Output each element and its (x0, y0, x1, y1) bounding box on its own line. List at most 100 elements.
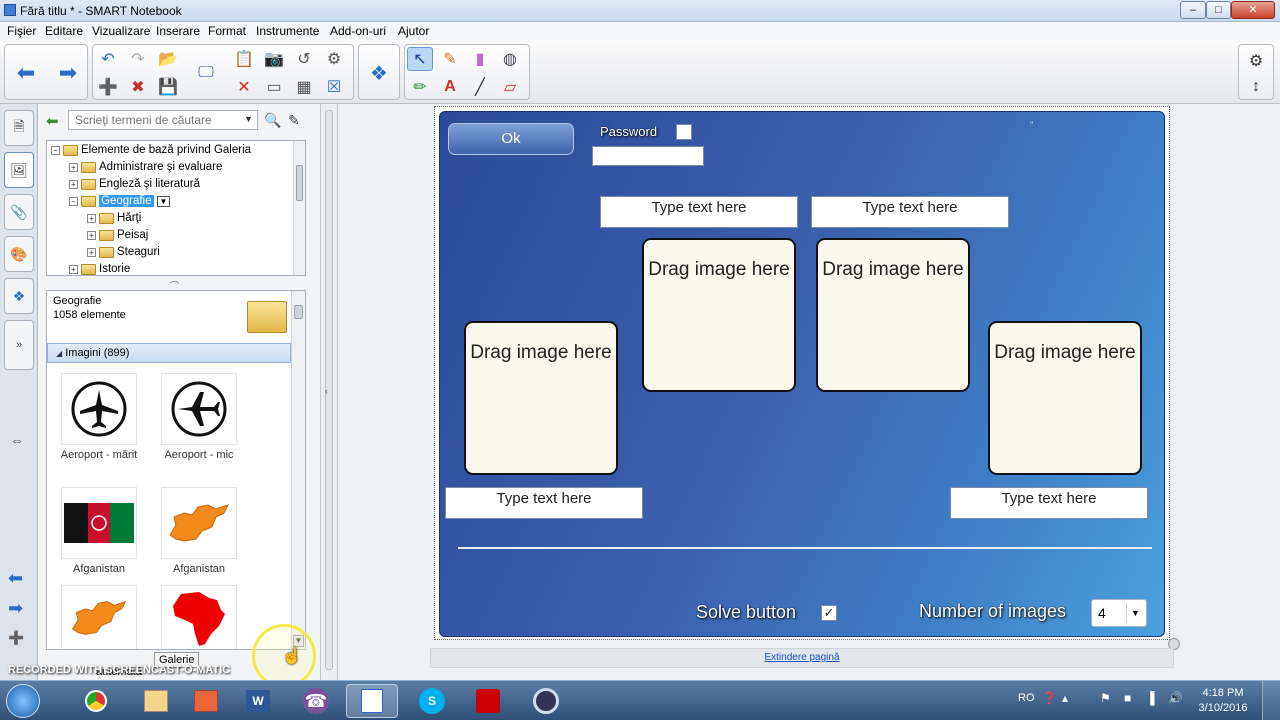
text-box[interactable]: Type text here (445, 487, 643, 519)
text-icon[interactable]: A (437, 75, 463, 99)
puzzle-icon[interactable]: ❖ (366, 61, 392, 85)
chrome-taskbar-icon[interactable] (70, 684, 122, 718)
media-taskbar-icon[interactable] (520, 684, 572, 718)
line-icon[interactable]: ╱ (467, 75, 493, 99)
expand-icon[interactable]: + (69, 179, 78, 189)
gear-icon[interactable]: ⚙ (1243, 49, 1269, 73)
undo-icon[interactable]: ↶ (95, 47, 121, 71)
screen-capture-icon[interactable]: 📷 (261, 47, 287, 71)
text-box[interactable]: Type text here (600, 196, 798, 228)
collapse-icon[interactable]: − (69, 196, 78, 206)
volume-icon[interactable]: 🔊 (1168, 691, 1183, 705)
start-button[interactable] (6, 684, 40, 718)
scroll-thumb[interactable] (294, 305, 303, 319)
gallery-item-airport-small[interactable] (161, 373, 237, 445)
previous-page-icon[interactable]: ⬅ (13, 60, 39, 85)
close-button[interactable]: ✕ (1231, 1, 1275, 19)
gallery-item-africa-map[interactable] (161, 585, 237, 649)
select-icon[interactable]: ↖ (407, 47, 433, 71)
table-icon[interactable]: ▦ (291, 75, 317, 99)
expand-icon[interactable]: + (87, 230, 96, 240)
language-indicator[interactable]: RO (1018, 692, 1035, 704)
signal-icon[interactable]: ▐ (1146, 691, 1155, 705)
menu-tools[interactable]: Instrumente (256, 24, 319, 38)
menu-view[interactable]: Vizualizare (92, 24, 150, 38)
chevron-down-icon[interactable]: ▼ (156, 195, 171, 207)
delete-icon[interactable]: ✕ (231, 75, 257, 99)
gallery-search-input[interactable] (68, 110, 258, 130)
password-checkbox[interactable] (676, 124, 692, 140)
fit-icon[interactable]: ☒ (321, 75, 347, 99)
drop-zone-card[interactable]: Drag image here (988, 321, 1142, 475)
scroll-thumb[interactable] (296, 165, 303, 201)
viber-taskbar-icon[interactable]: ☎ (290, 684, 342, 718)
addons-tab[interactable]: ❖ (4, 278, 34, 314)
minimize-button[interactable]: – (1180, 1, 1206, 19)
paint-taskbar-icon[interactable] (130, 684, 182, 718)
search-icon[interactable]: 🔍 (264, 112, 281, 129)
back-arrow-icon[interactable]: ⬅ (8, 568, 23, 589)
add-page-icon[interactable]: ➕ (95, 75, 121, 99)
chevron-down-icon[interactable]: ▼ (1126, 603, 1144, 623)
expand-icon[interactable]: + (87, 213, 96, 223)
help-icon[interactable]: ❓ (1042, 691, 1057, 705)
tree-node[interactable]: + Administrare şi evaluare (69, 159, 222, 175)
add-page-side-icon[interactable]: ➕ (8, 630, 24, 646)
search-dropdown-icon[interactable]: ▼ (244, 114, 253, 124)
clock-date[interactable]: 3/10/2016 (1196, 702, 1250, 714)
fill-icon[interactable]: ◍ (497, 47, 523, 71)
pens-icon[interactable]: ✎ (437, 47, 463, 71)
drop-zone-card[interactable]: Drag image here (816, 238, 970, 392)
menu-addons[interactable]: Add-on-uri (330, 24, 386, 38)
extend-page-link[interactable]: Extindere pagină (764, 652, 839, 663)
tree-node[interactable]: − Elemente de bază privind Galeria (51, 142, 251, 158)
tree-node-selected[interactable]: − Geografie ▼ (69, 193, 171, 209)
page-sorter-tab[interactable]: 🗎 (4, 110, 34, 146)
shapes-icon[interactable]: ▱ (497, 75, 523, 99)
smart-notebook-taskbar-icon[interactable] (346, 684, 398, 718)
network-icon[interactable]: ■ (1124, 691, 1131, 705)
menu-edit[interactable]: Editare (45, 24, 83, 38)
redo-icon[interactable]: ↷ (125, 47, 151, 71)
flag-icon[interactable]: ⚑ (1100, 691, 1111, 705)
document-camera-icon[interactable]: ⚙ (321, 47, 347, 71)
expand-icon[interactable]: + (69, 264, 78, 274)
tree-node[interactable]: + Engleză şi literatură (69, 176, 200, 192)
results-scrollbar[interactable]: ▼ (291, 291, 305, 649)
collapse-icon[interactable]: − (51, 145, 60, 155)
move-toolbar-icon[interactable]: ↕ (1243, 75, 1269, 99)
open-file-icon[interactable]: 📂 (155, 47, 181, 71)
menu-format[interactable]: Format (208, 24, 246, 38)
maximize-button[interactable]: □ (1206, 1, 1231, 19)
acrobat-taskbar-icon[interactable] (462, 684, 514, 718)
expand-icon[interactable]: + (69, 162, 78, 172)
back-icon[interactable]: ⬅ (46, 112, 59, 130)
full-screen-icon[interactable]: ▭ (261, 75, 287, 99)
splitter-grip-icon[interactable]: ‹ (325, 386, 328, 396)
tree-node[interactable]: + Hărţi (87, 210, 141, 226)
creative-pens-icon[interactable]: ✏ (407, 75, 433, 99)
text-box[interactable]: Type text here (811, 196, 1009, 228)
forward-arrow-icon[interactable]: ➡ (8, 598, 23, 619)
solve-checkbox[interactable]: ✓ (821, 605, 837, 621)
gallery-tab[interactable]: 🖼 (4, 152, 34, 188)
drop-zone-card[interactable]: Drag image here (464, 321, 618, 475)
show-desktop-button[interactable] (1262, 681, 1280, 720)
notebook-page[interactable]: Ok Password '' Type text here Type text … (434, 106, 1170, 640)
images-section-header[interactable]: ◢ Imagini (899) (47, 343, 291, 363)
menu-help[interactable]: Ajutor (398, 24, 429, 38)
delete-page-icon[interactable]: ✖ (125, 75, 151, 99)
screen-shade-icon[interactable]: ↺ (291, 47, 317, 71)
next-page-icon[interactable]: ➡ (55, 60, 81, 85)
number-of-images-select[interactable]: 4 ▼ (1091, 599, 1147, 627)
tree-scrollbar[interactable] (293, 141, 305, 275)
slides-taskbar-icon[interactable] (180, 684, 232, 718)
display-icon[interactable]: 🖵 (193, 61, 219, 85)
resize-icon[interactable]: ⇔ (10, 432, 24, 448)
menu-insert[interactable]: Inserare (156, 24, 200, 38)
clock-time[interactable]: 4:18 PM (1198, 687, 1248, 699)
tree-node[interactable]: + Steaguri (87, 244, 160, 260)
ok-button[interactable]: Ok (448, 123, 574, 155)
gallery-item-airport-large[interactable] (61, 373, 137, 445)
gallery-tools-icon[interactable]: ✎ (288, 112, 300, 129)
